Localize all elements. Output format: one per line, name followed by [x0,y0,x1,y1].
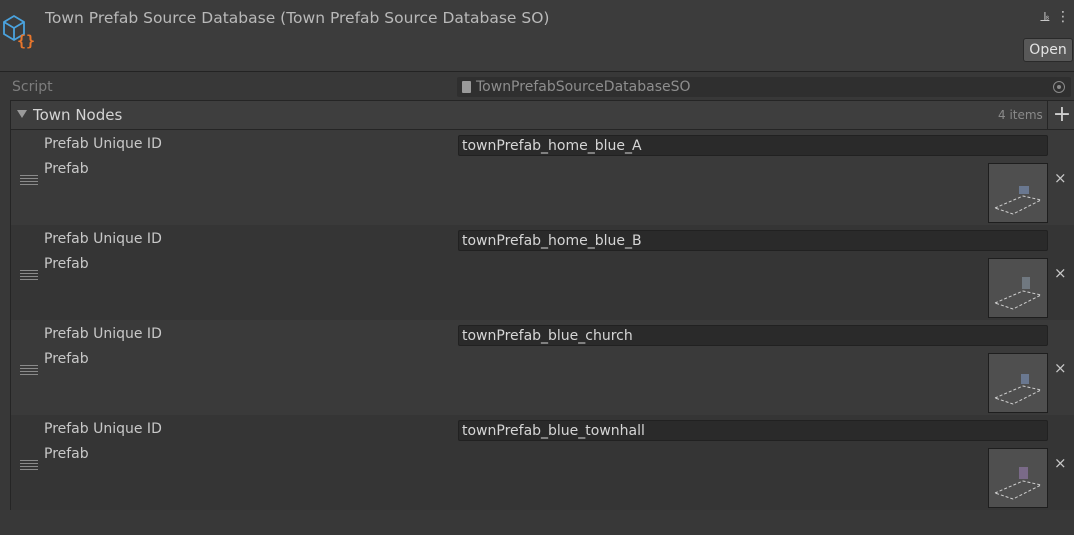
list-item: Prefab Unique ID Prefab townPrefab_blue_… [11,415,1074,510]
list-header[interactable]: Town Nodes 4 items + [11,101,1074,130]
inspector-title: Town Prefab Source Database (Town Prefab… [45,9,550,27]
script-row: Script TownPrefabSourceDatabaseSO [0,75,1074,99]
prefab-thumbnail[interactable] [988,448,1048,508]
script-file-icon [462,81,471,93]
items-count: 4 items [998,108,1043,122]
scriptable-object-icon: {} [3,14,35,50]
settings-sliders-icon[interactable]: ⫡ [1040,9,1049,25]
prefab-label: Prefab [44,446,89,462]
drag-handle-icon[interactable] [20,270,38,282]
prefab-id-label: Prefab Unique ID [44,231,162,247]
prefab-id-field[interactable]: townPrefab_blue_church [458,325,1048,346]
list-title: Town Nodes [33,106,123,124]
list-item: Prefab Unique ID Prefab townPrefab_home_… [11,225,1074,320]
prefab-label: Prefab [44,256,89,272]
header-tools: ⫡ ⋮ [1038,9,1070,25]
prefab-id-field[interactable]: townPrefab_home_blue_B [458,230,1048,251]
prefab-preview-icon [993,186,1043,215]
object-picker-icon[interactable] [1053,81,1065,93]
prefab-id-label: Prefab Unique ID [44,421,162,437]
drag-handle-icon[interactable] [20,365,38,377]
prefab-thumbnail[interactable] [988,353,1048,413]
prefab-id-field[interactable]: townPrefab_home_blue_A [458,135,1048,156]
script-field-value: TownPrefabSourceDatabaseSO [476,79,691,95]
prefab-thumbnail[interactable] [988,163,1048,223]
remove-item-button[interactable]: × [1054,169,1067,187]
script-field[interactable]: TownPrefabSourceDatabaseSO [457,77,1071,97]
drag-handle-icon[interactable] [20,175,38,187]
prefab-label: Prefab [44,161,89,177]
prefab-preview-icon [993,374,1043,405]
prefab-preview-icon [993,277,1043,310]
prefab-label: Prefab [44,351,89,367]
prefab-id-label: Prefab Unique ID [44,136,162,152]
add-item-button[interactable]: + [1047,101,1074,129]
remove-item-button[interactable]: × [1054,264,1067,282]
inspector-header: {} Town Prefab Source Database (Town Pre… [0,0,1074,72]
more-vert-icon[interactable]: ⋮ [1056,9,1070,25]
prefab-preview-icon [993,467,1043,500]
drag-handle-icon[interactable] [20,460,38,472]
remove-item-button[interactable]: × [1054,359,1067,377]
prefab-id-field[interactable]: townPrefab_blue_townhall [458,420,1048,441]
foldout-arrow-icon[interactable] [17,110,27,118]
list-item: Prefab Unique ID Prefab townPrefab_blue_… [11,320,1074,415]
list-item: Prefab Unique ID Prefab townPrefab_home_… [11,130,1074,225]
script-label: Script [12,79,53,95]
remove-item-button[interactable]: × [1054,454,1067,472]
prefab-id-label: Prefab Unique ID [44,326,162,342]
town-nodes-list: Town Nodes 4 items + Prefab Unique ID Pr… [10,100,1074,510]
svg-text:{}: {} [17,32,35,50]
open-button[interactable]: Open [1023,38,1073,62]
prefab-thumbnail[interactable] [988,258,1048,318]
